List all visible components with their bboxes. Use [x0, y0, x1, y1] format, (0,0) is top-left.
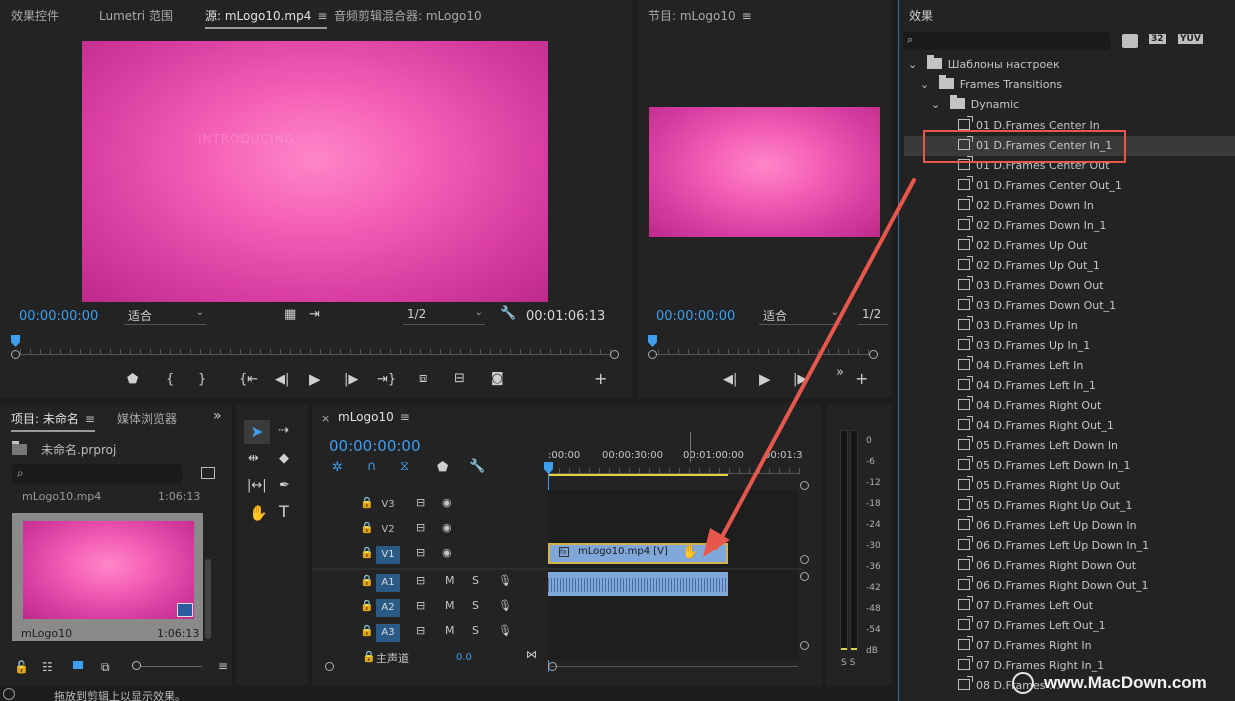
annotation-arrow-line — [714, 178, 916, 550]
annotation-arrow — [703, 178, 916, 557]
